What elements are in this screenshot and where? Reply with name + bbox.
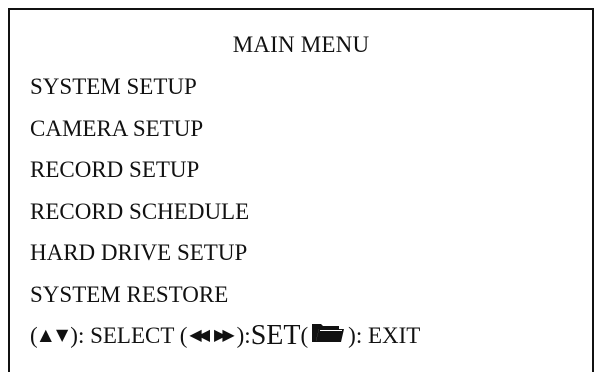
help-set-suffix: ( [300, 323, 309, 348]
folder-icon [311, 321, 345, 343]
menu-list: SYSTEM SETUP CAMERA SETUP RECORD SETUP R… [30, 74, 249, 323]
main-menu-panel: MAIN MENU SYSTEM SETUP CAMERA SETUP RECO… [8, 8, 594, 372]
menu-item-hard-drive-setup[interactable]: HARD DRIVE SETUP [30, 240, 249, 266]
help-set-text: SET [250, 320, 301, 351]
help-open-paren: ( [30, 323, 38, 348]
menu-item-system-restore[interactable]: SYSTEM RESTORE [30, 282, 249, 308]
menu-item-record-setup[interactable]: RECORD SETUP [30, 157, 249, 183]
menu-title: MAIN MENU [232, 32, 370, 57]
menu-item-system-setup[interactable]: SYSTEM SETUP [30, 74, 249, 100]
menu-item-camera-setup[interactable]: CAMERA SETUP [30, 116, 249, 142]
rewind-icon: ◀◀ [189, 325, 210, 344]
key-help-bar: ( ▲ ▼ ): SELECT ( ◀◀ ▶▶ ): SET ( ): EXIT [30, 322, 420, 350]
help-set-prefix: ): [236, 323, 251, 348]
fast-forward-icon: ▶▶ [214, 325, 235, 344]
help-exit-text: ): EXIT [348, 323, 421, 348]
help-select-text: ): SELECT ( [70, 323, 188, 348]
down-arrow-icon: ▼ [55, 325, 69, 344]
menu-item-record-schedule[interactable]: RECORD SCHEDULE [30, 199, 249, 225]
up-arrow-icon: ▲ [39, 325, 52, 344]
